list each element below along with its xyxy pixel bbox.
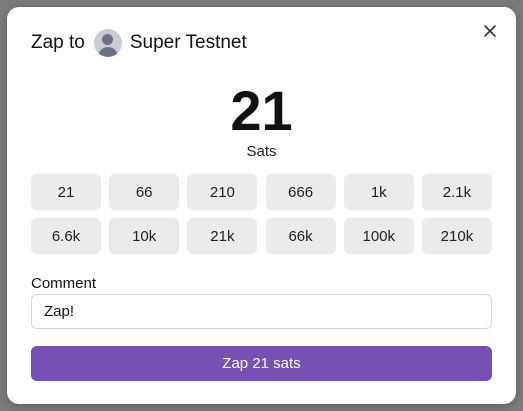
zap-dialog: Zap to Super Testnet 21 Sats 21 66 210 6… xyxy=(7,7,516,404)
preset-amount-button[interactable]: 100k xyxy=(343,218,414,254)
dialog-header: Zap to Super Testnet xyxy=(31,28,247,58)
comment-input[interactable] xyxy=(31,294,492,329)
preset-amount-button[interactable]: 210k xyxy=(421,218,492,254)
preset-amount-button[interactable]: 1k xyxy=(343,174,414,210)
comment-label: Comment xyxy=(31,275,97,292)
close-icon xyxy=(484,25,496,37)
preset-amounts: 21 66 210 666 1k 2.1k 6.6k 10k 21k 66k 1… xyxy=(31,174,492,254)
preset-amount-button[interactable]: 66k xyxy=(265,218,336,254)
preset-amount-button[interactable]: 210 xyxy=(187,174,258,210)
preset-amount-button[interactable]: 2.1k xyxy=(421,174,492,210)
avatar-head-icon xyxy=(102,34,114,45)
preset-amount-button[interactable]: 10k xyxy=(109,218,180,254)
zap-unit: Sats xyxy=(246,143,277,160)
preset-amount-button[interactable]: 6.6k xyxy=(31,218,101,254)
recipient-name: Super Testnet xyxy=(129,32,247,53)
preset-amount-button[interactable]: 66 xyxy=(109,174,180,210)
avatar xyxy=(93,29,122,57)
close-button[interactable] xyxy=(481,22,499,40)
preset-amount-button[interactable]: 21 xyxy=(31,174,101,210)
zap-submit-button[interactable]: Zap 21 sats xyxy=(31,346,492,381)
zap-amount: 21 xyxy=(230,79,293,142)
preset-amount-button[interactable]: 21k xyxy=(187,218,258,254)
avatar-body-icon xyxy=(97,47,118,57)
dialog-title: Zap to xyxy=(31,32,85,53)
preset-amount-button[interactable]: 666 xyxy=(265,174,336,210)
